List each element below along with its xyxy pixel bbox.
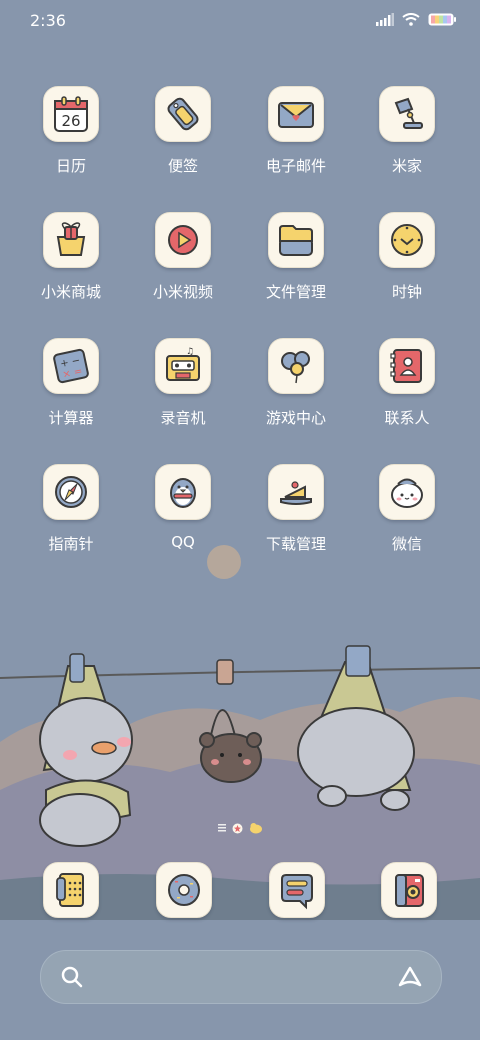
app-label: 小米视频 [152, 283, 213, 301]
app-tile[interactable] [155, 86, 211, 142]
app-email[interactable]: 电子邮件 [241, 86, 351, 206]
app-tile[interactable] [43, 212, 99, 268]
folder-box-icon [279, 225, 313, 256]
app-label: 日历 [55, 157, 86, 175]
gift-basket-icon [56, 222, 86, 256]
chat-bubble-icon [281, 874, 313, 910]
app-game-center[interactable]: 游戏中心 [241, 338, 351, 458]
app-label: 便签 [167, 157, 198, 175]
sun-circle [207, 545, 241, 579]
search-bar[interactable] [40, 950, 442, 1004]
app-tile[interactable] [268, 86, 324, 142]
app-mi-store[interactable]: 小米商城 [16, 212, 126, 332]
status-icons [376, 13, 456, 26]
battery-icon [428, 13, 456, 26]
status-time: 2:36 [30, 11, 66, 30]
app-label: 小米商城 [40, 283, 101, 301]
app-tile[interactable] [155, 212, 211, 268]
app-tile[interactable] [379, 86, 435, 142]
notes-tag-icon [167, 97, 199, 131]
play-icon [168, 225, 198, 255]
app-file-manager[interactable]: 文件管理 [241, 212, 351, 332]
clock-icon [391, 224, 423, 256]
email-envelope-icon [278, 102, 314, 128]
menu-lines-icon [218, 824, 226, 832]
app-tile[interactable] [379, 338, 435, 394]
calendar-icon: 26 [54, 96, 88, 132]
dock-camera[interactable] [381, 862, 437, 918]
dock-phone[interactable] [43, 862, 99, 918]
balloon-bear-icon [281, 351, 310, 384]
dock-chat[interactable] [269, 862, 325, 918]
contact-book-icon [390, 349, 422, 383]
app-tile[interactable]: 26 [43, 86, 99, 142]
app-tile[interactable] [268, 464, 324, 520]
cake-slice-icon [280, 481, 312, 505]
app-clock[interactable]: 时钟 [352, 212, 462, 332]
app-label: 计算器 [48, 409, 94, 427]
app-calculator[interactable]: + − × = 计算器 [16, 338, 126, 458]
app-notes[interactable]: 便签 [128, 86, 238, 206]
app-label: 电子邮件 [265, 157, 326, 175]
dock [0, 862, 480, 918]
assistant-icon[interactable] [397, 965, 423, 989]
app-tile[interactable] [43, 464, 99, 520]
calculator-icon: + − × = [53, 348, 89, 384]
app-tile[interactable]: ♫ [155, 338, 211, 394]
wifi-icon [402, 13, 420, 26]
app-label: 联系人 [384, 409, 430, 427]
app-label: 录音机 [160, 409, 206, 427]
hanging-duck [39, 653, 133, 847]
desk-lamp-icon [394, 97, 423, 129]
app-label: 米家 [391, 157, 422, 175]
duck-page-icon [250, 823, 262, 834]
status-bar: 2:36 [0, 0, 480, 40]
app-label: 文件管理 [265, 283, 326, 301]
cassette-icon: ♫ [166, 347, 200, 381]
camera-icon [395, 874, 424, 907]
app-tile[interactable] [268, 338, 324, 394]
app-tile[interactable]: + − × = [43, 338, 99, 394]
page-indicator[interactable] [218, 822, 263, 834]
search-icon [61, 966, 83, 988]
duck-face-icon [391, 478, 423, 508]
donut-icon [168, 874, 200, 906]
compass-icon [55, 476, 87, 508]
app-tile[interactable] [379, 464, 435, 520]
app-calendar[interactable]: 26 日历 [16, 86, 126, 206]
penguin-icon [170, 478, 196, 508]
calendar-date: 26 [61, 112, 80, 130]
app-label: 游戏中心 [265, 409, 326, 427]
signal-icon [376, 13, 394, 26]
app-contacts[interactable]: 联系人 [352, 338, 462, 458]
star-page-icon [232, 823, 243, 833]
app-mi-video[interactable]: 小米视频 [128, 212, 238, 332]
app-label: 时钟 [391, 283, 422, 301]
app-mijia[interactable]: 米家 [352, 86, 462, 206]
svg-text:♫: ♫ [186, 347, 194, 357]
app-tile[interactable] [268, 212, 324, 268]
app-tile[interactable] [155, 464, 211, 520]
app-recorder[interactable]: ♫ 录音机 [128, 338, 238, 458]
phone-icon [56, 873, 84, 907]
app-tile[interactable] [379, 212, 435, 268]
dock-messages[interactable] [156, 862, 212, 918]
